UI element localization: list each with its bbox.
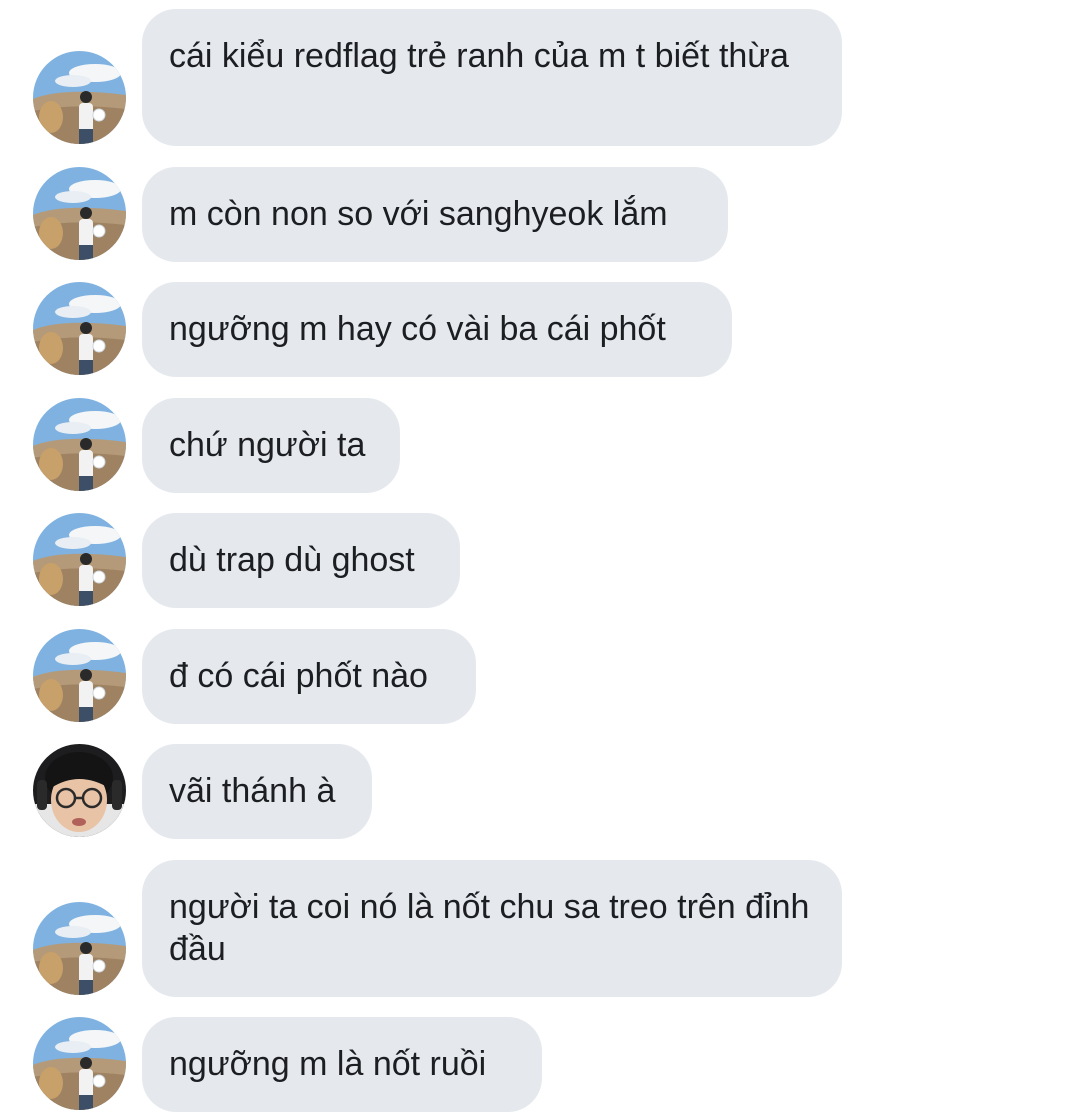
message-row: cái kiểu redflag trẻ ranh của m t biết t… <box>0 9 1080 146</box>
landscape-photo-avatar[interactable] <box>33 167 126 260</box>
message-row: chứ người ta <box>0 398 1080 493</box>
landscape-photo-avatar[interactable] <box>33 398 126 491</box>
message-row: dù trap dù ghost <box>0 513 1080 608</box>
message-bubble[interactable]: cái kiểu redflag trẻ ranh của m t biết t… <box>142 9 842 146</box>
message-bubble[interactable]: m còn non so với sanghyeok lắm <box>142 167 728 262</box>
message-text: chứ người ta <box>169 426 366 464</box>
landscape-photo-avatar[interactable] <box>33 282 126 375</box>
message-text: vãi thánh à <box>169 772 336 810</box>
message-bubble[interactable]: dù trap dù ghost <box>142 513 460 608</box>
person-with-glasses-avatar[interactable] <box>33 744 126 837</box>
message-text: ngưỡng m là nốt ruồi <box>169 1045 487 1083</box>
message-bubble[interactable]: chứ người ta <box>142 398 400 493</box>
message-row: ngưỡng m là nốt ruồi <box>0 1017 1080 1112</box>
message-text: m còn non so với sanghyeok lắm <box>169 195 668 233</box>
landscape-photo-avatar[interactable] <box>33 51 126 144</box>
message-text: dù trap dù ghost <box>169 541 415 579</box>
message-text: cái kiểu redflag trẻ ranh của m t biết t… <box>169 37 789 75</box>
landscape-photo-avatar[interactable] <box>33 1017 126 1110</box>
message-row: đ có cái phốt nào <box>0 629 1080 724</box>
landscape-photo-avatar[interactable] <box>33 902 126 995</box>
landscape-photo-avatar[interactable] <box>33 513 126 606</box>
message-text: người ta coi nó là nốt chu sa treo trên … <box>169 888 810 968</box>
message-row: vãi thánh à <box>0 744 1080 839</box>
message-bubble[interactable]: ngưỡng m hay có vài ba cái phốt <box>142 282 732 377</box>
message-text: đ có cái phốt nào <box>169 657 428 695</box>
message-row: m còn non so với sanghyeok lắm <box>0 167 1080 262</box>
message-thread: cái kiểu redflag trẻ ranh của m t biết t… <box>0 0 1080 1117</box>
message-row: người ta coi nó là nốt chu sa treo trên … <box>0 860 1080 997</box>
landscape-photo-avatar[interactable] <box>33 629 126 722</box>
message-bubble[interactable]: ngưỡng m là nốt ruồi <box>142 1017 542 1112</box>
message-text: ngưỡng m hay có vài ba cái phốt <box>169 310 666 348</box>
message-row: ngưỡng m hay có vài ba cái phốt <box>0 282 1080 377</box>
message-bubble[interactable]: vãi thánh à <box>142 744 372 839</box>
message-bubble[interactable]: đ có cái phốt nào <box>142 629 476 724</box>
message-bubble[interactable]: người ta coi nó là nốt chu sa treo trên … <box>142 860 842 997</box>
